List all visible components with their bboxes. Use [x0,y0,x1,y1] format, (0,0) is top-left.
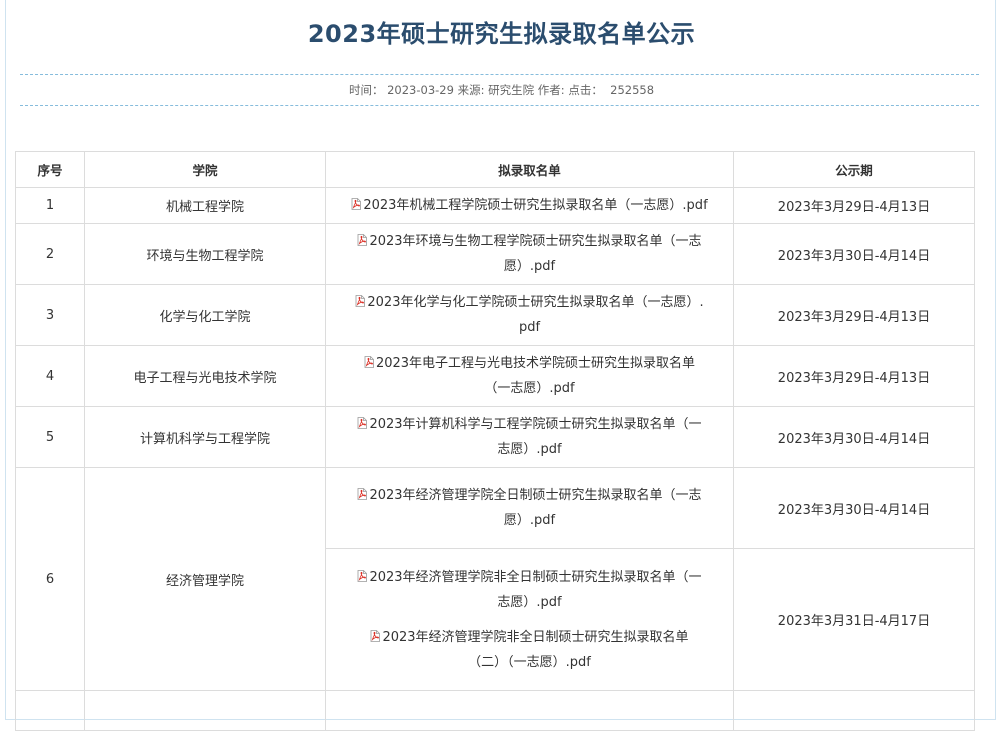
page-title: 2023年硕士研究生拟录取名单公示 [307,20,696,48]
pdf-file-link[interactable]: 2023年化学与化工学院硕士研究生拟录取名单（一志愿）. pdf [355,290,704,340]
row-period: 2023年3月29日-4月13日 [733,187,975,224]
file-name-line1: 2023年经济管理学院非全日制硕士研究生拟录取名单（一 [369,569,702,585]
clicks-label: 点击： [568,83,603,97]
pdf-icon [358,234,368,246]
pdf-icon [371,629,381,642]
pdf-icon [351,198,362,210]
header-college: 学院 [84,151,326,188]
file-name-line1: 2023年经济管理学院非全日制硕士研究生拟录取名单 [382,629,689,645]
pdf-file-link[interactable]: 2023年经济管理学院非全日制硕士研究生拟录取名单 （二）（一志愿）.pdf [370,625,689,675]
table-row: 5 计算机科学与工程学院 2023年计算机科学与工程学院硕士研究生拟录取名单（一志愿… [15,406,975,468]
file-name-line2: pdf [518,320,541,335]
source-value: 研究生院 [488,83,535,97]
pdf-file-link[interactable]: 2023年电子工程与光电技术学院硕士研究生拟录取名单 （一志愿）.pdf [364,351,695,401]
time-label: 时间： [348,83,384,97]
divider-top [20,74,979,75]
row-no: 5 [15,406,85,468]
file-name-line2: 志愿）.pdf [497,442,562,457]
pdf-file-link[interactable]: 2023年环境与生物工程学院硕士研究生拟录取名单（一志愿）.pdf [357,229,702,279]
table-row: 2 环境与生物工程学院 2023年环境与生物工程学院硕士研究生拟录取名单（一志愿）.… [15,223,975,285]
row-period: 2023年3月29日-4月13日 [733,345,975,407]
file-name-line1: 2023年环境与生物工程学院硕士研究生拟录取名单（一志 [369,234,702,249]
row-college: 环境与生物工程学院 [84,223,326,285]
row-no: 4 [15,345,85,407]
row-college: 化学与化工学院 [84,284,326,346]
pdf-file-link[interactable]: 2023年计算机科学与工程学院硕士研究生拟录取名单（一志愿）.pdf [357,412,702,462]
file-name-line1: 2023年计算机科学与工程学院硕士研究生拟录取名单（一 [369,417,702,432]
file-name-line2: 愿）.pdf [503,513,556,528]
row-files: 2023年化学与化工学院硕士研究生拟录取名单（一志愿）. pdf [325,284,734,346]
row-period: 2023年3月30日-4月14日 [733,406,975,468]
table-row [15,690,975,731]
row-college: 电子工程与光电技术学院 [84,345,326,407]
time-value: 2023-03-29 [387,83,454,97]
divider-bottom [20,105,979,106]
file-name-line1: 2023年机械工程学院硕士研究生拟录取名单（一志愿）.pdf [363,198,708,213]
row-files: 2023年机械工程学院硕士研究生拟录取名单（一志愿）.pdf [325,187,734,224]
pdf-icon [364,356,374,368]
row-no: 3 [15,284,85,346]
file-name-line2: （二）（一志愿）.pdf [468,654,591,670]
pdf-file-link[interactable]: 2023年机械工程学院硕士研究生拟录取名单（一志愿）.pdf [351,193,708,218]
row-college: 计算机科学与工程学院 [84,406,326,468]
file-name-line2: 愿）.pdf [503,259,556,274]
pdf-icon [355,295,366,307]
row-files: 2023年电子工程与光电技术学院硕士研究生拟录取名单 （一志愿）.pdf [325,345,734,407]
file-name-line1: 2023年电子工程与光电技术学院硕士研究生拟录取名单 [375,356,696,371]
row-college: 经济管理学院 [84,467,326,691]
article-meta: 时间： 2023-03-29 来源: 研究生院 作者: 点击： 252558 [6,82,997,98]
file-name-line2: 志愿）.pdf [497,594,562,610]
pdf-icon [358,417,368,429]
pdf-file-link[interactable]: 2023年经济管理学院全日制硕士研究生拟录取名单（一志愿）.pdf [357,483,702,533]
file-name-line1: 2023年经济管理学院全日制硕士研究生拟录取名单（一志 [369,488,702,503]
row-period: 2023年3月30日-4月14日 [733,467,975,549]
header-list: 拟录取名单 [325,151,734,188]
table-row: 6 经济管理学院 2023年经济管理学院全日制硕士研究生拟录取名单（一志愿）.pdf… [15,467,975,691]
row-files: 2023年计算机科学与工程学院硕士研究生拟录取名单（一志愿）.pdf [325,406,734,468]
row-files: 2023年环境与生物工程学院硕士研究生拟录取名单（一志愿）.pdf [325,223,734,285]
source-label: 来源: [457,83,485,97]
file-name-line1: 2023年化学与化工学院硕士研究生拟录取名单（一志愿）. [367,295,704,310]
header-no: 序号 [15,151,85,188]
table-row: 4 电子工程与光电技术学院 2023年电子工程与光电技术学院硕士研究生拟录取名单 （一… [15,345,975,407]
table-row: 1 机械工程学院 2023年机械工程学院硕士研究生拟录取名单（一志愿）.pdf 202… [15,187,975,224]
row-files: 2023年经济管理学院全日制硕士研究生拟录取名单（一志愿）.pdf [325,467,734,549]
pdf-icon [358,569,368,582]
row-college: 机械工程学院 [84,187,326,224]
clicks-value: 252558 [610,83,655,97]
row-no: 6 [15,467,85,691]
pdf-icon [358,488,368,500]
row-period: 2023年3月29日-4月13日 [733,284,975,346]
admission-list-table: 序号 学院 拟录取名单 公示期 1 机械工程学院 2023年机械工程学院硕士研究生拟… [15,151,975,731]
table-row: 3 化学与化工学院 2023年化学与化工学院硕士研究生拟录取名单（一志愿）. pdf 2… [15,284,975,346]
file-name-line2: （一志愿）.pdf [484,381,575,396]
row-no: 2 [15,223,85,285]
header-period: 公示期 [733,151,975,188]
pdf-file-link[interactable]: 2023年经济管理学院非全日制硕士研究生拟录取名单（一志愿）.pdf [357,565,702,615]
row-no: 1 [15,187,85,224]
row-period: 2023年3月30日-4月14日 [733,223,975,285]
author-label: 作者: [537,83,565,97]
table-header-row: 序号 学院 拟录取名单 公示期 [15,151,975,188]
row-period: 2023年3月31日-4月17日 [733,548,975,691]
row-files: 2023年经济管理学院非全日制硕士研究生拟录取名单（一 志愿）.pdf 2023年经… [325,548,734,691]
